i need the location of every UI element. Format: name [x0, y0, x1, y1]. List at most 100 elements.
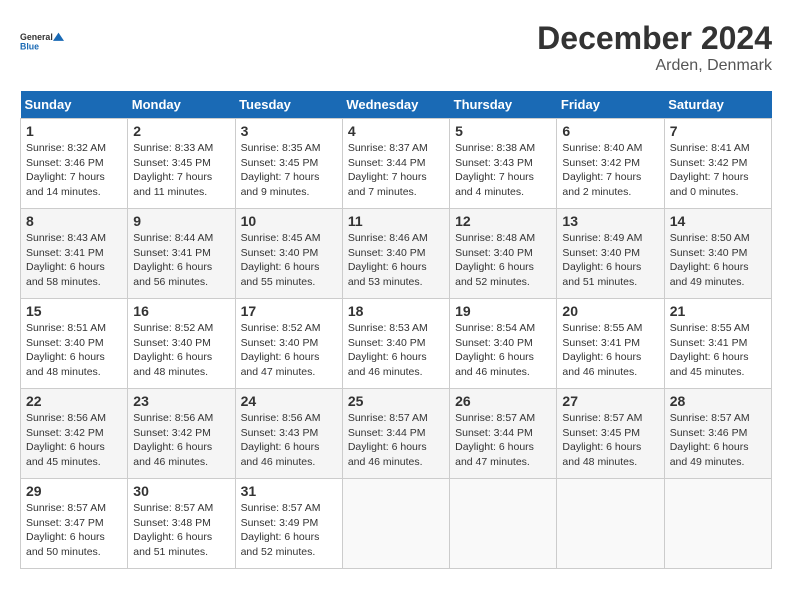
daylight-text: Daylight: 6 hours and 52 minutes.: [455, 261, 534, 288]
sunrise-text: Sunrise: 8:53 AM: [348, 322, 428, 334]
day-number: 14: [670, 213, 766, 229]
day-cell-14: 14 Sunrise: 8:50 AM Sunset: 3:40 PM Dayl…: [664, 209, 771, 299]
day-info: Sunrise: 8:52 AM Sunset: 3:40 PM Dayligh…: [241, 321, 337, 380]
day-info: Sunrise: 8:56 AM Sunset: 3:42 PM Dayligh…: [133, 411, 229, 470]
day-cell-16: 16 Sunrise: 8:52 AM Sunset: 3:40 PM Dayl…: [128, 299, 235, 389]
daylight-text: Daylight: 6 hours and 49 minutes.: [670, 261, 749, 288]
day-info: Sunrise: 8:45 AM Sunset: 3:40 PM Dayligh…: [241, 231, 337, 290]
day-info: Sunrise: 8:55 AM Sunset: 3:41 PM Dayligh…: [670, 321, 766, 380]
day-info: Sunrise: 8:38 AM Sunset: 3:43 PM Dayligh…: [455, 141, 551, 200]
sunrise-text: Sunrise: 8:46 AM: [348, 232, 428, 244]
sunrise-text: Sunrise: 8:45 AM: [241, 232, 321, 244]
day-number: 7: [670, 123, 766, 139]
day-cell-20: 20 Sunrise: 8:55 AM Sunset: 3:41 PM Dayl…: [557, 299, 664, 389]
sunrise-text: Sunrise: 8:55 AM: [562, 322, 642, 334]
logo: General Blue: [20, 20, 64, 64]
day-cell-30: 30 Sunrise: 8:57 AM Sunset: 3:48 PM Dayl…: [128, 479, 235, 569]
sunset-text: Sunset: 3:43 PM: [241, 427, 319, 439]
daylight-text: Daylight: 6 hours and 46 minutes.: [455, 351, 534, 378]
day-cell-18: 18 Sunrise: 8:53 AM Sunset: 3:40 PM Dayl…: [342, 299, 449, 389]
sunset-text: Sunset: 3:45 PM: [133, 157, 211, 169]
sunset-text: Sunset: 3:40 PM: [348, 337, 426, 349]
month-title: December 2024: [537, 20, 772, 57]
week-row-4: 22 Sunrise: 8:56 AM Sunset: 3:42 PM Dayl…: [21, 389, 772, 479]
day-number: 6: [562, 123, 658, 139]
day-info: Sunrise: 8:57 AM Sunset: 3:49 PM Dayligh…: [241, 501, 337, 560]
day-cell-6: 6 Sunrise: 8:40 AM Sunset: 3:42 PM Dayli…: [557, 119, 664, 209]
day-cell-10: 10 Sunrise: 8:45 AM Sunset: 3:40 PM Dayl…: [235, 209, 342, 299]
sunrise-text: Sunrise: 8:43 AM: [26, 232, 106, 244]
empty-cell: [557, 479, 664, 569]
sunset-text: Sunset: 3:40 PM: [241, 337, 319, 349]
daylight-text: Daylight: 6 hours and 46 minutes.: [348, 351, 427, 378]
sunset-text: Sunset: 3:41 PM: [133, 247, 211, 259]
day-info: Sunrise: 8:56 AM Sunset: 3:42 PM Dayligh…: [26, 411, 122, 470]
daylight-text: Daylight: 6 hours and 55 minutes.: [241, 261, 320, 288]
daylight-text: Daylight: 6 hours and 47 minutes.: [455, 441, 534, 468]
sunset-text: Sunset: 3:40 PM: [455, 247, 533, 259]
sunset-text: Sunset: 3:48 PM: [133, 517, 211, 529]
title-area: December 2024 Arden, Denmark: [537, 20, 772, 75]
day-info: Sunrise: 8:57 AM Sunset: 3:46 PM Dayligh…: [670, 411, 766, 470]
daylight-text: Daylight: 6 hours and 49 minutes.: [670, 441, 749, 468]
day-cell-1: 1 Sunrise: 8:32 AM Sunset: 3:46 PM Dayli…: [21, 119, 128, 209]
daylight-text: Daylight: 6 hours and 48 minutes.: [562, 441, 641, 468]
day-number: 5: [455, 123, 551, 139]
day-number: 15: [26, 303, 122, 319]
day-info: Sunrise: 8:53 AM Sunset: 3:40 PM Dayligh…: [348, 321, 444, 380]
daylight-text: Daylight: 6 hours and 48 minutes.: [26, 351, 105, 378]
sunset-text: Sunset: 3:41 PM: [562, 337, 640, 349]
day-info: Sunrise: 8:57 AM Sunset: 3:44 PM Dayligh…: [455, 411, 551, 470]
day-number: 22: [26, 393, 122, 409]
day-info: Sunrise: 8:35 AM Sunset: 3:45 PM Dayligh…: [241, 141, 337, 200]
sunset-text: Sunset: 3:41 PM: [26, 247, 104, 259]
day-info: Sunrise: 8:57 AM Sunset: 3:48 PM Dayligh…: [133, 501, 229, 560]
day-info: Sunrise: 8:50 AM Sunset: 3:40 PM Dayligh…: [670, 231, 766, 290]
sunrise-text: Sunrise: 8:52 AM: [241, 322, 321, 334]
daylight-text: Daylight: 7 hours and 11 minutes.: [133, 171, 212, 198]
day-info: Sunrise: 8:52 AM Sunset: 3:40 PM Dayligh…: [133, 321, 229, 380]
daylight-text: Daylight: 6 hours and 51 minutes.: [562, 261, 641, 288]
sunset-text: Sunset: 3:40 PM: [133, 337, 211, 349]
day-cell-11: 11 Sunrise: 8:46 AM Sunset: 3:40 PM Dayl…: [342, 209, 449, 299]
day-cell-31: 31 Sunrise: 8:57 AM Sunset: 3:49 PM Dayl…: [235, 479, 342, 569]
sunrise-text: Sunrise: 8:55 AM: [670, 322, 750, 334]
day-number: 13: [562, 213, 658, 229]
sunset-text: Sunset: 3:44 PM: [348, 427, 426, 439]
day-number: 12: [455, 213, 551, 229]
sunrise-text: Sunrise: 8:49 AM: [562, 232, 642, 244]
sunrise-text: Sunrise: 8:32 AM: [26, 142, 106, 154]
day-info: Sunrise: 8:51 AM Sunset: 3:40 PM Dayligh…: [26, 321, 122, 380]
daylight-text: Daylight: 7 hours and 14 minutes.: [26, 171, 105, 198]
day-cell-3: 3 Sunrise: 8:35 AM Sunset: 3:45 PM Dayli…: [235, 119, 342, 209]
sunrise-text: Sunrise: 8:57 AM: [562, 412, 642, 424]
daylight-text: Daylight: 6 hours and 53 minutes.: [348, 261, 427, 288]
day-cell-19: 19 Sunrise: 8:54 AM Sunset: 3:40 PM Dayl…: [450, 299, 557, 389]
header-saturday: Saturday: [664, 91, 771, 119]
sunrise-text: Sunrise: 8:37 AM: [348, 142, 428, 154]
header-tuesday: Tuesday: [235, 91, 342, 119]
day-number: 3: [241, 123, 337, 139]
sunset-text: Sunset: 3:40 PM: [348, 247, 426, 259]
sunrise-text: Sunrise: 8:54 AM: [455, 322, 535, 334]
sunset-text: Sunset: 3:40 PM: [562, 247, 640, 259]
sunset-text: Sunset: 3:42 PM: [562, 157, 640, 169]
day-info: Sunrise: 8:57 AM Sunset: 3:45 PM Dayligh…: [562, 411, 658, 470]
day-cell-26: 26 Sunrise: 8:57 AM Sunset: 3:44 PM Dayl…: [450, 389, 557, 479]
day-number: 16: [133, 303, 229, 319]
sunrise-text: Sunrise: 8:57 AM: [670, 412, 750, 424]
sunset-text: Sunset: 3:46 PM: [26, 157, 104, 169]
sunset-text: Sunset: 3:46 PM: [670, 427, 748, 439]
sunrise-text: Sunrise: 8:57 AM: [348, 412, 428, 424]
logo-svg: General Blue: [20, 20, 64, 64]
page-header: General Blue December 2024 Arden, Denmar…: [20, 20, 772, 75]
week-row-2: 8 Sunrise: 8:43 AM Sunset: 3:41 PM Dayli…: [21, 209, 772, 299]
header-sunday: Sunday: [21, 91, 128, 119]
sunset-text: Sunset: 3:44 PM: [348, 157, 426, 169]
day-number: 8: [26, 213, 122, 229]
daylight-text: Daylight: 6 hours and 46 minutes.: [348, 441, 427, 468]
location: Arden, Denmark: [537, 57, 772, 75]
day-number: 29: [26, 483, 122, 499]
day-number: 23: [133, 393, 229, 409]
day-number: 10: [241, 213, 337, 229]
